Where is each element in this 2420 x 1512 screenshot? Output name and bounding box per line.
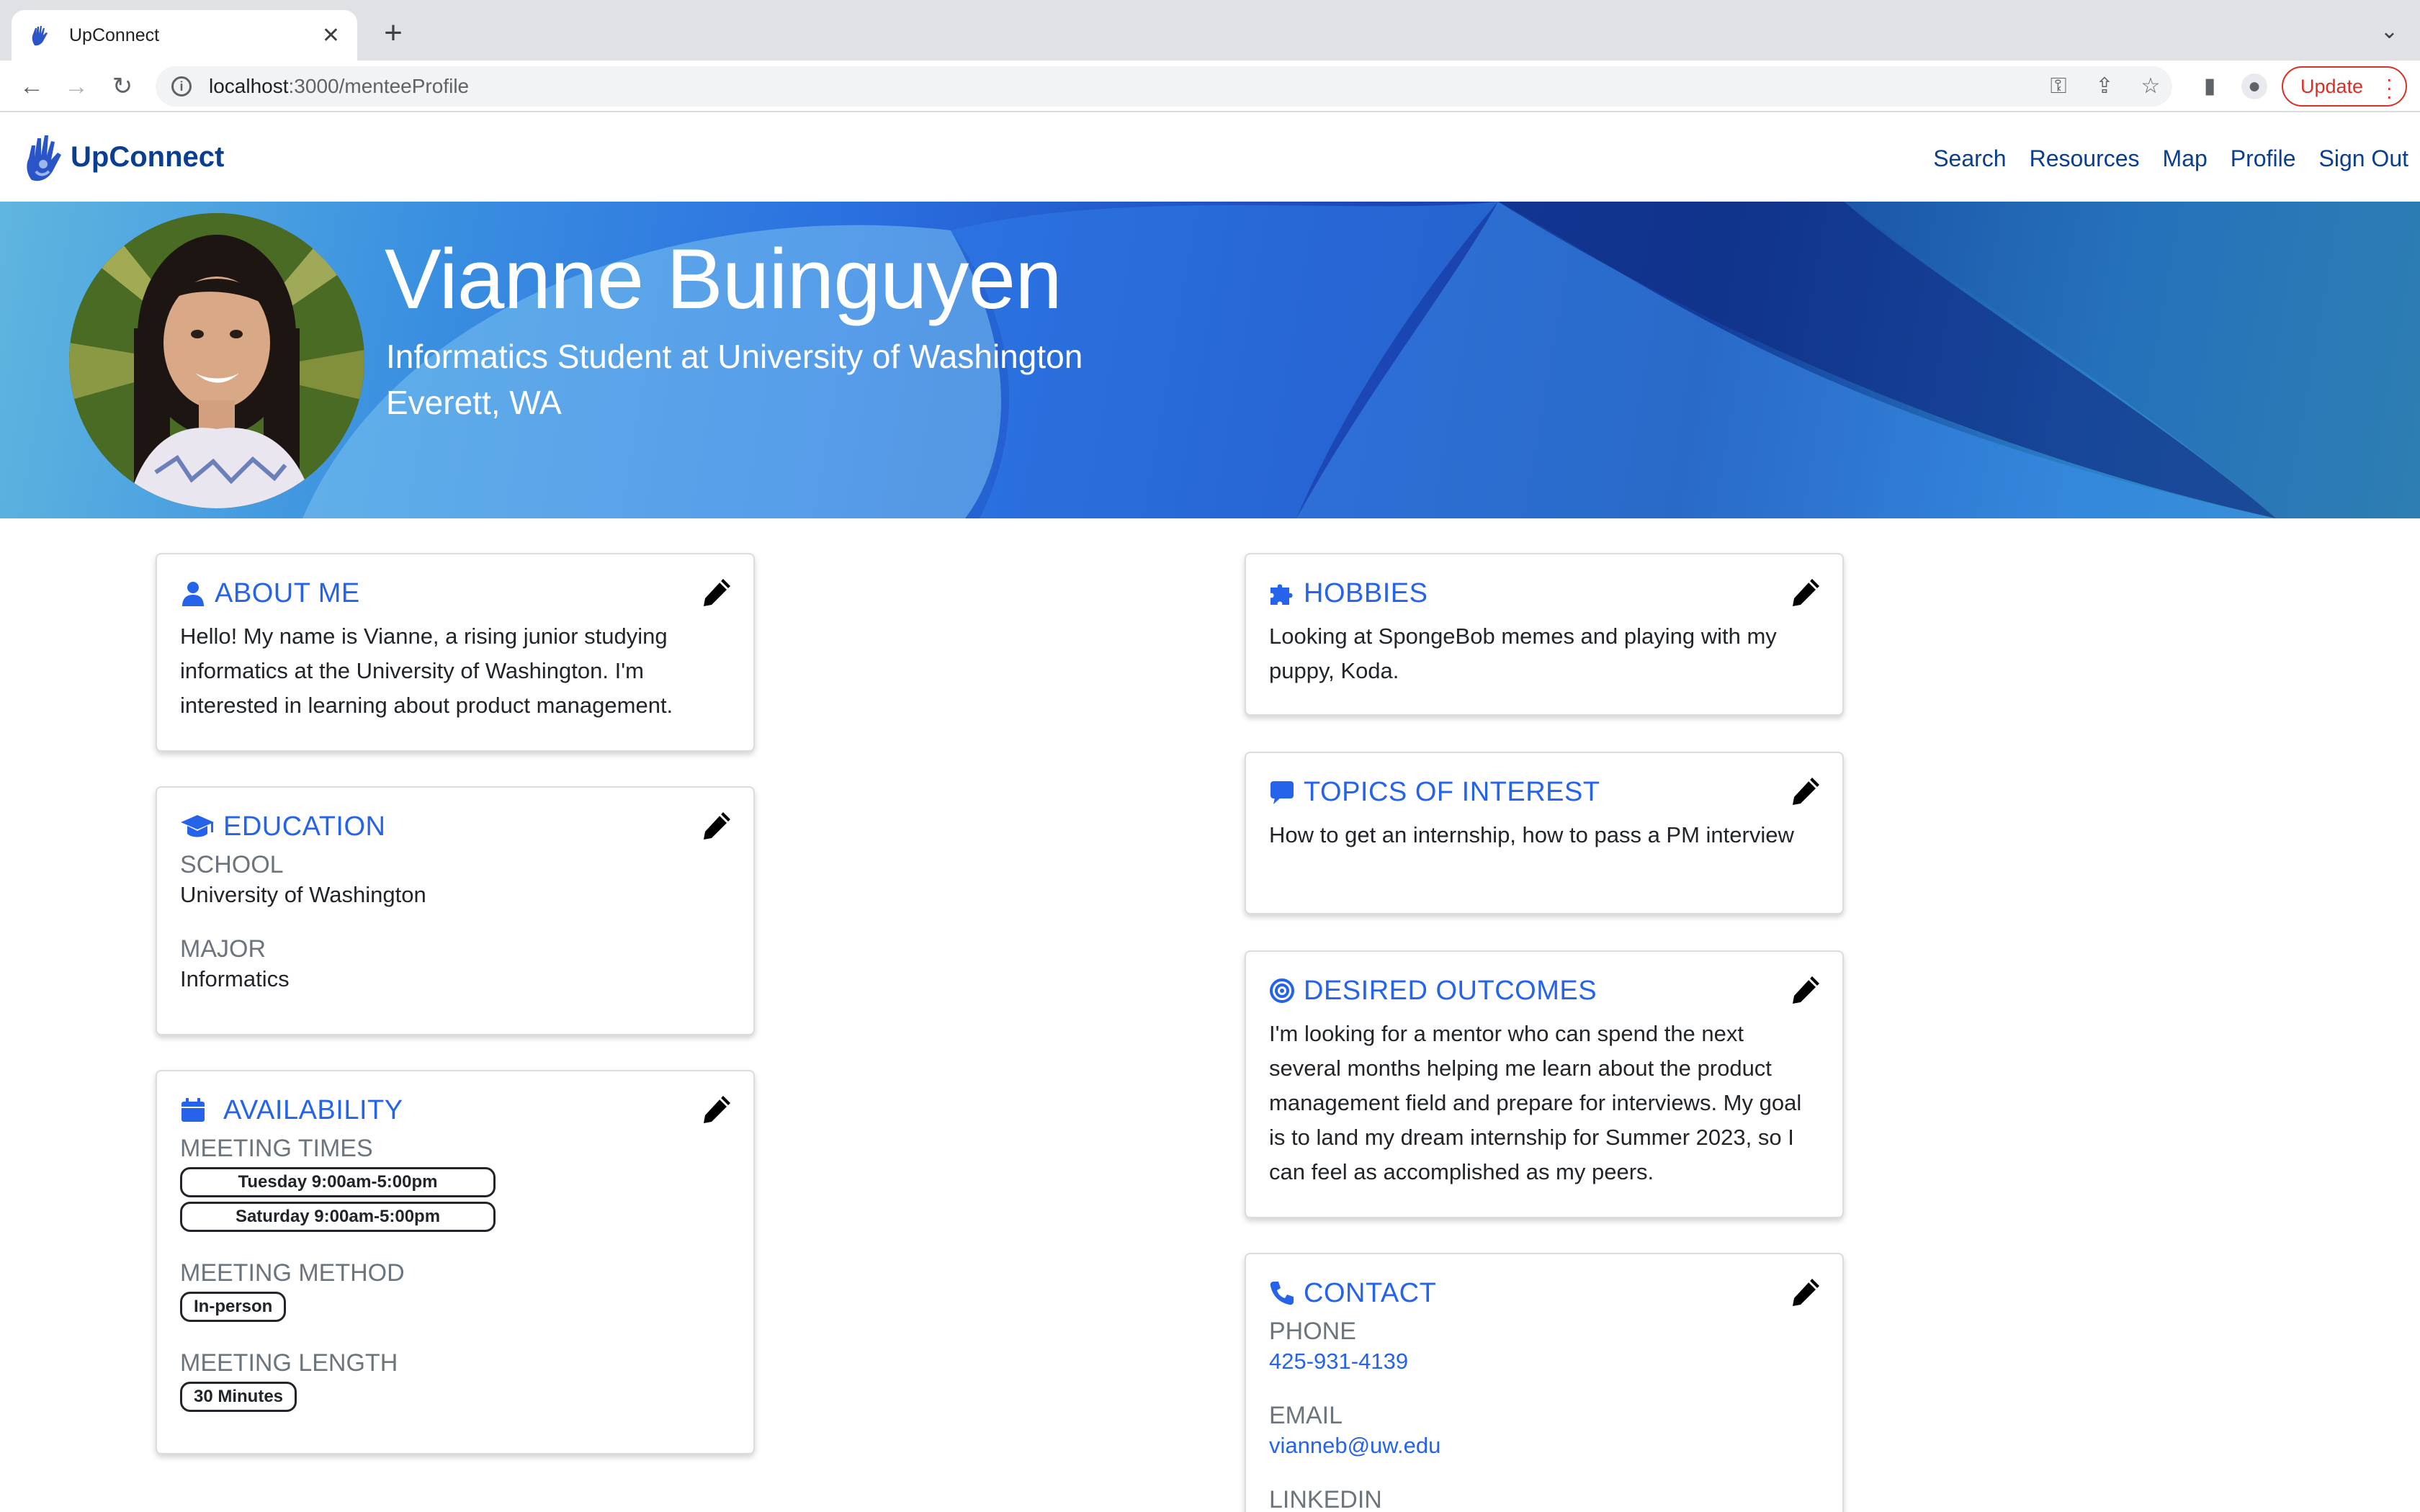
availability-title: AVAILABILITY <box>223 1094 403 1125</box>
address-bar[interactable]: i localhost:3000/menteeProfile <box>156 66 2172 107</box>
back-arrow-icon[interactable]: ← <box>16 71 48 102</box>
phone-link[interactable]: 425-931-4139 <box>1269 1349 1819 1374</box>
close-tab-icon[interactable]: ✕ <box>322 23 340 48</box>
tab-title: UpConnect <box>69 24 160 45</box>
browser-tab-strip: UpConnect ✕ + ⌄ <box>0 0 2420 60</box>
desired-outcomes-card: DESIRED OUTCOMES I'm looking for a mento… <box>1245 950 1844 1218</box>
browser-tab[interactable]: UpConnect ✕ <box>12 10 357 60</box>
linkedin-label: LINKEDIN <box>1269 1486 1382 1512</box>
major-label: MAJOR <box>180 935 266 963</box>
nav-link-map[interactable]: Map <box>2163 145 2208 172</box>
topics-text: How to get an internship, how to pass a … <box>1269 822 1794 847</box>
new-tab-icon[interactable]: + <box>375 14 412 52</box>
topics-of-interest-card: TOPICS OF INTEREST How to get an interns… <box>1245 752 1844 914</box>
meeting-time-badge: Saturday 9:00am-5:00pm <box>180 1202 496 1232</box>
share-icon[interactable]: ⇪ <box>2092 73 2118 99</box>
side-panel-icon[interactable]: ▮ <box>2197 73 2223 99</box>
brand[interactable]: UpConnect <box>22 131 224 183</box>
hobbies-card: HOBBIES Looking at SpongeBob memes and p… <box>1245 553 1844 716</box>
calendar-icon <box>182 1098 205 1122</box>
upconnect-favicon-icon <box>32 26 48 46</box>
education-card: EDUCATION SCHOOL University of Washingto… <box>156 786 755 1035</box>
edit-pencil-icon[interactable] <box>702 809 733 841</box>
user-icon <box>182 582 204 606</box>
address-url[interactable]: localhost:3000/menteeProfile <box>209 75 469 98</box>
contact-title: CONTACT <box>1304 1277 1437 1308</box>
school-value: University of Washington <box>180 882 426 907</box>
meeting-time-badge: Tuesday 9:00am-5:00pm <box>180 1167 496 1197</box>
forward-arrow-icon[interactable]: → <box>60 71 92 102</box>
school-label: SCHOOL <box>180 851 284 878</box>
upconnect-hand-logo-icon <box>27 135 61 181</box>
password-key-icon[interactable]: ⚿ <box>2045 73 2071 99</box>
about-me-text: Hello! My name is Vianne, a rising junio… <box>180 624 673 718</box>
nav-link-search[interactable]: Search <box>1933 145 2006 172</box>
comment-icon <box>1270 781 1294 804</box>
phone-label: PHONE <box>1269 1318 1356 1345</box>
edit-pencil-icon[interactable] <box>702 576 733 608</box>
app-navbar: UpConnect Search Resources Map Profile S… <box>0 114 2420 202</box>
brand-name: UpConnect <box>71 140 225 173</box>
contact-card: CONTACT PHONE 425-931-4139 EMAIL vianneb… <box>1245 1253 1844 1512</box>
email-label: EMAIL <box>1269 1402 1343 1429</box>
reload-icon[interactable]: ↻ <box>107 71 138 102</box>
bookmark-star-icon[interactable]: ☆ <box>2138 73 2164 99</box>
phone-icon <box>1270 1282 1294 1305</box>
nav-link-resources[interactable]: Resources <box>2030 145 2140 172</box>
meeting-method-label: MEETING METHOD <box>180 1259 405 1287</box>
tab-search-chevron-icon[interactable]: ⌄ <box>2380 19 2398 44</box>
graduation-cap-icon <box>181 815 214 837</box>
edit-pencil-icon[interactable] <box>1791 973 1822 1005</box>
browser-toolbar: ← → ↻ i localhost:3000/menteeProfile ⚿ ⇪… <box>0 60 2420 112</box>
nav-link-profile[interactable]: Profile <box>2231 145 2296 172</box>
profile-avatar-icon[interactable]: ● <box>2241 73 2267 99</box>
desired-outcomes-title: DESIRED OUTCOMES <box>1304 975 1597 1006</box>
meeting-method-badge: In-person <box>180 1292 287 1322</box>
puzzle-piece-icon <box>1270 584 1293 605</box>
profile-name: Vianne Buinguyen <box>385 232 1062 327</box>
profile-avatar-photo <box>69 213 364 508</box>
meeting-length-badge: 30 Minutes <box>180 1382 297 1412</box>
bullseye-icon <box>1270 978 1294 1003</box>
about-me-title: ABOUT ME <box>215 577 360 608</box>
edit-pencil-icon[interactable] <box>1791 1276 1822 1308</box>
profile-location: Everett, WA <box>386 384 562 421</box>
desired-outcomes-text: I'm looking for a mentor who can spend t… <box>1269 1021 1802 1184</box>
site-info-icon[interactable]: i <box>171 76 192 96</box>
email-link[interactable]: vianneb@uw.edu <box>1269 1433 1819 1459</box>
nav-link-sign-out[interactable]: Sign Out <box>2318 145 2408 172</box>
meeting-times-label: MEETING TIMES <box>180 1135 373 1162</box>
topics-title: TOPICS OF INTEREST <box>1304 776 1600 807</box>
meeting-length-label: MEETING LENGTH <box>180 1349 398 1377</box>
hobbies-text: Looking at SpongeBob memes and playing w… <box>1269 624 1777 683</box>
about-me-card: ABOUT ME Hello! My name is Vianne, a ris… <box>156 553 755 752</box>
education-title: EDUCATION <box>223 811 386 842</box>
edit-pencil-icon[interactable] <box>1791 775 1822 806</box>
nav-links: Search Resources Map Profile Sign Out <box>1910 145 2408 172</box>
availability-card: AVAILABILITY MEETING TIMES Tuesday 9:00a… <box>156 1070 755 1454</box>
major-value: Informatics <box>180 966 290 991</box>
edit-pencil-icon[interactable] <box>702 1093 733 1125</box>
update-button[interactable]: Update · · · <box>2282 66 2407 107</box>
more-menu-icon[interactable]: · · · <box>2386 69 2393 107</box>
profile-headline: Informatics Student at University of Was… <box>386 338 1083 375</box>
hobbies-title: HOBBIES <box>1304 577 1428 608</box>
edit-pencil-icon[interactable] <box>1791 576 1822 608</box>
